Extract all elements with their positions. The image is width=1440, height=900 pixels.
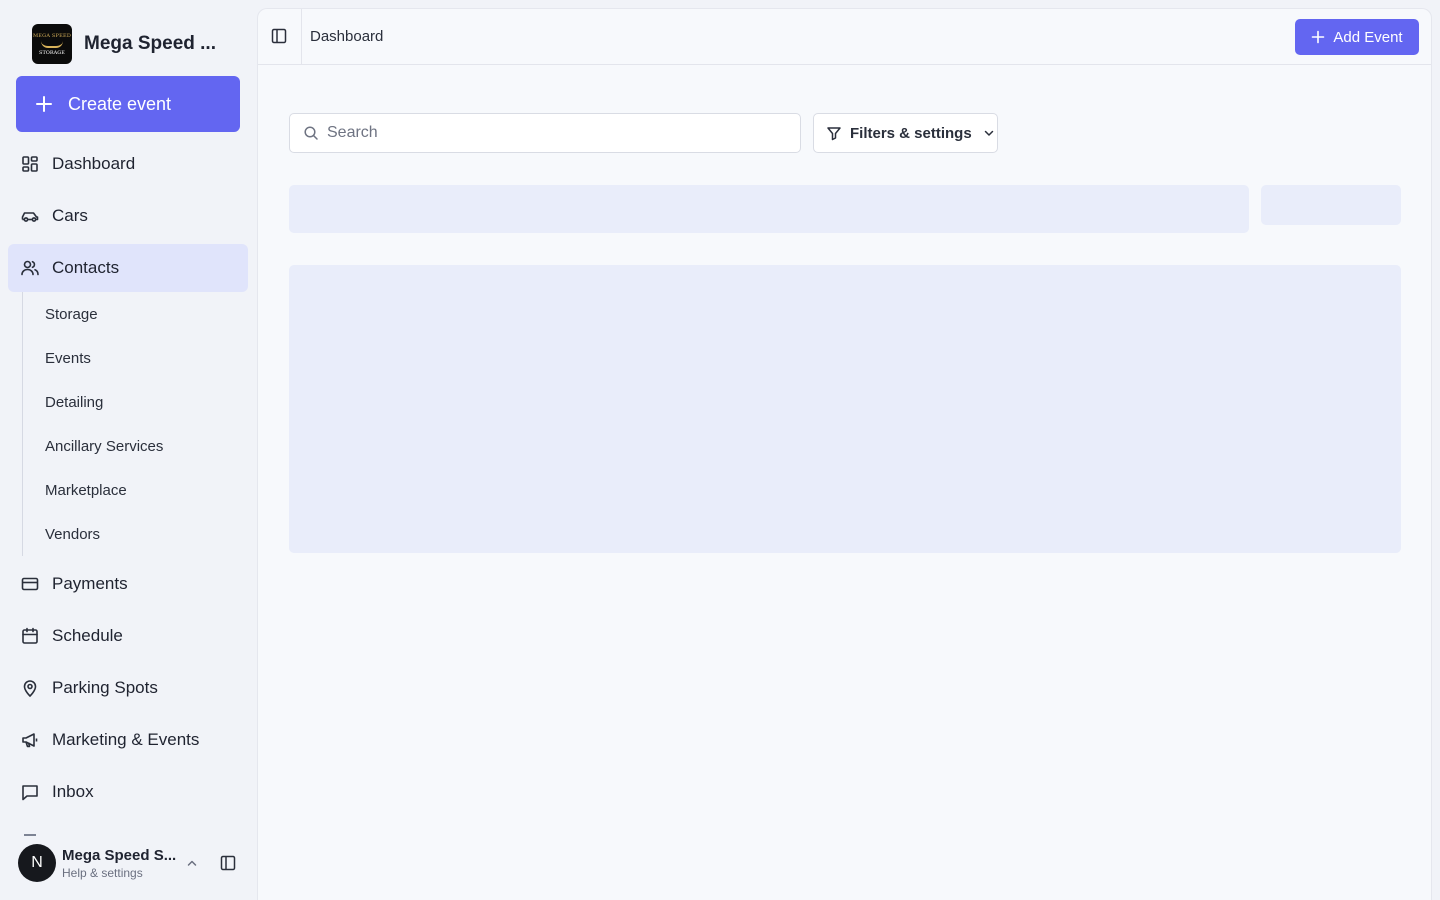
skeleton-content xyxy=(289,265,1401,553)
sidebar-item-dashboard[interactable]: Dashboard xyxy=(8,140,248,188)
plus-icon xyxy=(1312,30,1325,44)
users-icon xyxy=(21,260,39,276)
map-pin-icon xyxy=(23,680,37,698)
brand[interactable]: MEGA SPEED STORAGE Mega Speed ... xyxy=(32,24,216,64)
subnav-item-detailing[interactable]: Detailing xyxy=(45,386,103,418)
search-box[interactable] xyxy=(289,113,801,153)
chevron-down-icon xyxy=(984,130,993,136)
logo-text-top: MEGA SPEED xyxy=(32,32,72,39)
sidebar-item-payments[interactable]: Payments xyxy=(8,560,248,608)
add-event-label: Add Event xyxy=(1333,28,1403,46)
search-icon xyxy=(304,126,318,140)
sidebar-item-parking-spots[interactable]: Parking Spots xyxy=(8,664,248,712)
dashboard-icon xyxy=(22,156,38,172)
main-panel: Dashboard Add Event Filters & settings xyxy=(257,8,1432,900)
sidebar-item-label: Payments xyxy=(52,574,128,593)
sidebar-toggle-icon[interactable] xyxy=(270,27,288,45)
filters-settings-button[interactable]: Filters & settings xyxy=(813,113,998,153)
topbar-divider xyxy=(301,9,302,65)
subnav-item-ancillary-services[interactable]: Ancillary Services xyxy=(45,430,163,462)
create-event-button[interactable]: Create event xyxy=(16,76,240,132)
user-name: Mega Speed S... xyxy=(62,846,177,864)
sidebar-item-label: Contacts xyxy=(52,258,120,277)
logo-text-bottom: STORAGE xyxy=(39,49,65,56)
avatar[interactable]: N xyxy=(18,844,56,882)
sidebar-item-label: Dashboard xyxy=(52,154,136,173)
filters-label: Filters & settings xyxy=(850,124,972,142)
sidebar-item-label: Inbox xyxy=(52,782,94,801)
filter-icon xyxy=(827,127,841,141)
logo-car-mark xyxy=(41,41,63,48)
skeleton-button xyxy=(1261,185,1401,225)
subnav-item-vendors[interactable]: Vendors xyxy=(45,518,100,550)
sidebar-item-label: Cars xyxy=(52,206,88,225)
user-subtitle: Help & settings xyxy=(62,865,143,880)
add-event-button[interactable]: Add Event xyxy=(1295,19,1419,55)
sidebar-item-label: Schedule xyxy=(52,626,123,645)
sidebar-item-contacts[interactable]: Contacts xyxy=(8,244,248,292)
subnav-item-storage[interactable]: Storage xyxy=(45,298,98,330)
nav-overflow-hint xyxy=(24,834,36,836)
message-square-icon xyxy=(22,785,38,801)
breadcrumb: Dashboard xyxy=(310,28,384,45)
sidebar-item-cars[interactable]: Cars xyxy=(8,192,248,240)
sidebar-item-marketing-events[interactable]: Marketing & Events xyxy=(8,716,248,764)
plus-icon xyxy=(36,96,52,112)
sidebar-item-label: Marketing & Events xyxy=(52,730,200,749)
subnav-item-events[interactable]: Events xyxy=(45,342,91,374)
contacts-subnav: Storage Events Detailing Ancillary Servi… xyxy=(22,292,242,556)
credit-card-icon xyxy=(21,577,39,591)
user-menu[interactable]: N Mega Speed S... Help & settings xyxy=(18,842,248,884)
chevron-up-icon[interactable] xyxy=(184,855,200,871)
create-event-label: Create event xyxy=(68,93,172,114)
search-input[interactable] xyxy=(327,124,767,142)
brand-logo: MEGA SPEED STORAGE xyxy=(32,24,72,64)
sidebar-item-schedule[interactable]: Schedule xyxy=(8,612,248,660)
topbar: Dashboard Add Event xyxy=(258,9,1431,65)
sidebar-item-inbox[interactable]: Inbox xyxy=(8,768,248,816)
brand-name: Mega Speed ... xyxy=(84,33,216,54)
sidebar-item-label: Parking Spots xyxy=(52,678,158,697)
user-info[interactable]: Mega Speed S... Help & settings xyxy=(62,847,180,880)
sidebar: MEGA SPEED STORAGE Mega Speed ... Create… xyxy=(0,0,256,900)
calendar-icon xyxy=(22,627,38,644)
skeleton-bar xyxy=(289,185,1249,233)
sidebar-collapse-icon[interactable] xyxy=(219,854,237,872)
megaphone-icon xyxy=(22,733,38,748)
subnav-item-marketplace[interactable]: Marketplace xyxy=(45,474,127,506)
car-icon xyxy=(21,212,39,222)
